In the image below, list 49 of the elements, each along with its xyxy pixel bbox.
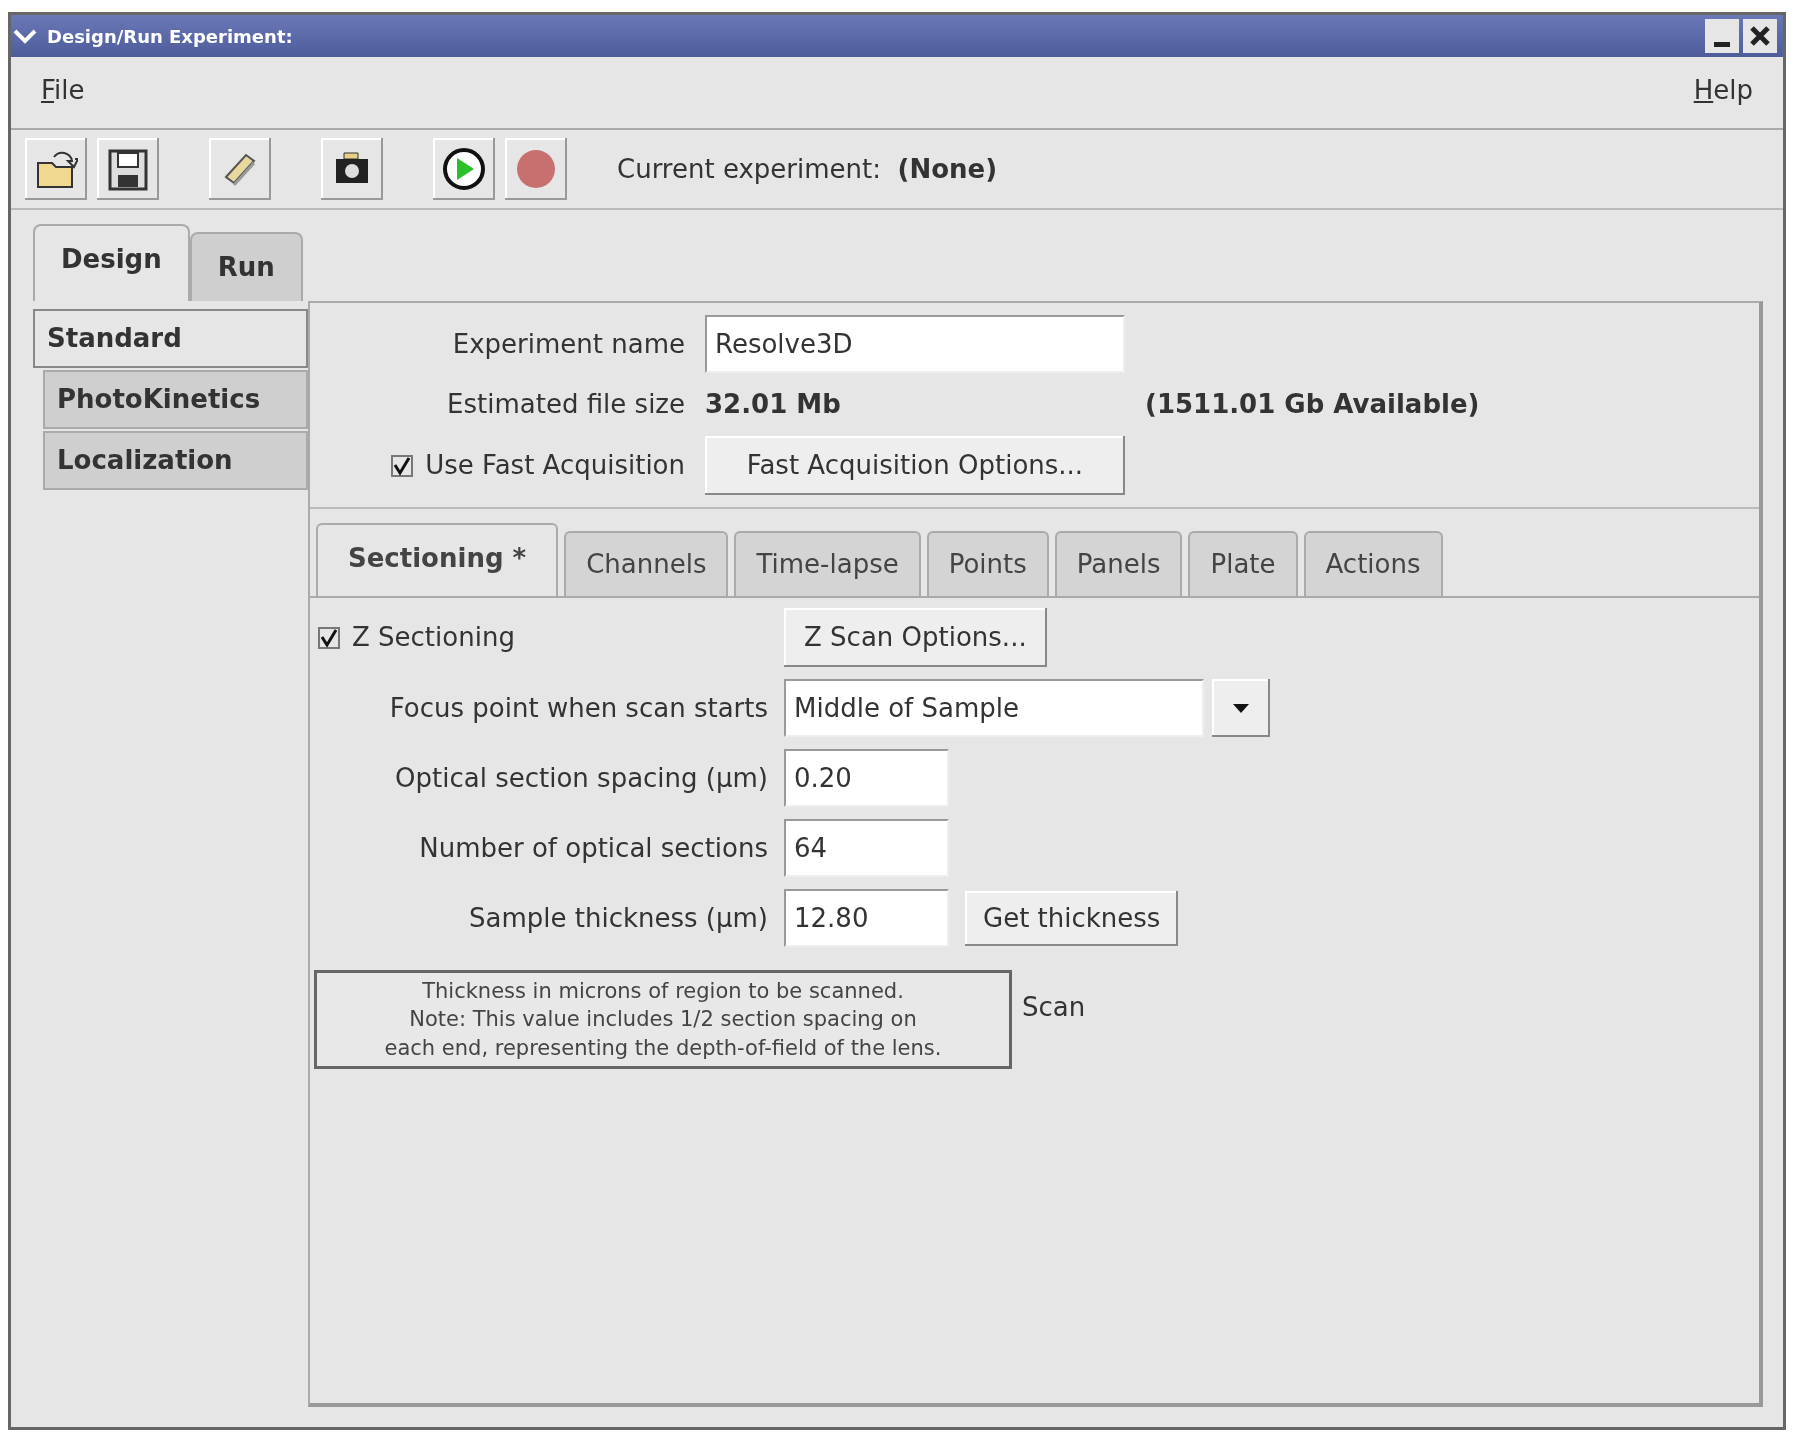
window-title: Design/Run Experiment: [46, 24, 294, 49]
text-field[interactable]: Resolve3D [705, 315, 1125, 373]
dropdown-field[interactable]: Middle of Sample [784, 679, 1204, 737]
tab[interactable]: Sectioning * [316, 523, 559, 596]
side-tab[interactable]: PhotoKinetics [43, 370, 308, 429]
field-label: Focus point when scan starts [388, 691, 768, 725]
minimize-icon [1714, 42, 1730, 47]
tab[interactable]: Plate [1188, 531, 1298, 596]
minimize-button[interactable] [1705, 19, 1739, 53]
tab[interactable]: Time-lapse [734, 531, 921, 596]
tab[interactable]: Channels [564, 531, 729, 596]
tab[interactable]: Points [926, 531, 1049, 596]
get-thickness-button[interactable]: Get thickness [965, 890, 1179, 946]
dropdown-button[interactable] [1212, 679, 1270, 737]
tab[interactable]: Panels [1054, 531, 1183, 596]
field-label: Optical section spacing (µm) [394, 761, 768, 795]
checkbox[interactable] [318, 626, 340, 649]
text-field[interactable]: 12.80 [784, 889, 949, 947]
menu-item[interactable]: File [41, 71, 85, 110]
field-label: Experiment name [451, 327, 685, 361]
menu-item[interactable]: Help [1693, 71, 1753, 110]
toolbar-button[interactable] [321, 138, 383, 200]
current-experiment-label: Current experiment: (None) [617, 152, 998, 186]
toolbar-button[interactable] [433, 138, 495, 200]
available-space: (1511.01 Gb Available) [1145, 388, 1481, 421]
tab[interactable]: Run [189, 232, 303, 301]
side-tab[interactable]: Standard [33, 309, 308, 368]
checkbox[interactable] [391, 454, 414, 477]
side-tab[interactable]: Localization [43, 431, 308, 490]
play-icon [442, 147, 486, 191]
text-field[interactable]: 0.20 [784, 749, 949, 807]
close-icon [1748, 24, 1772, 48]
field-label: Estimated file size [446, 388, 685, 421]
tooltip: Thickness in microns of region to be scanned. Note: This value includes 1/2 section spacing on each end, representing the depth-of-field of the lens. [314, 970, 1012, 1070]
tab[interactable]: Actions [1303, 531, 1443, 596]
options-button[interactable]: Fast Acquisition Options... [705, 436, 1125, 495]
toolbar-button[interactable] [25, 138, 87, 200]
toolbar-button[interactable] [97, 138, 159, 200]
tab[interactable]: Design [33, 224, 190, 301]
text-field[interactable]: 64 [784, 819, 949, 877]
field-label: Sample thickness (µm) [468, 901, 768, 935]
close-button[interactable] [1743, 19, 1777, 53]
checkbox-label: Scan [1022, 991, 1086, 1024]
checkbox-label: Z Sectioning [352, 621, 515, 654]
field-label: Number of optical sections [418, 831, 768, 865]
options-button[interactable]: Z Scan Options... [784, 608, 1047, 667]
record-icon [514, 147, 558, 191]
checkbox-label: Use Fast Acquisition [425, 449, 685, 482]
file-size-value: 32.01 Mb [705, 388, 842, 421]
